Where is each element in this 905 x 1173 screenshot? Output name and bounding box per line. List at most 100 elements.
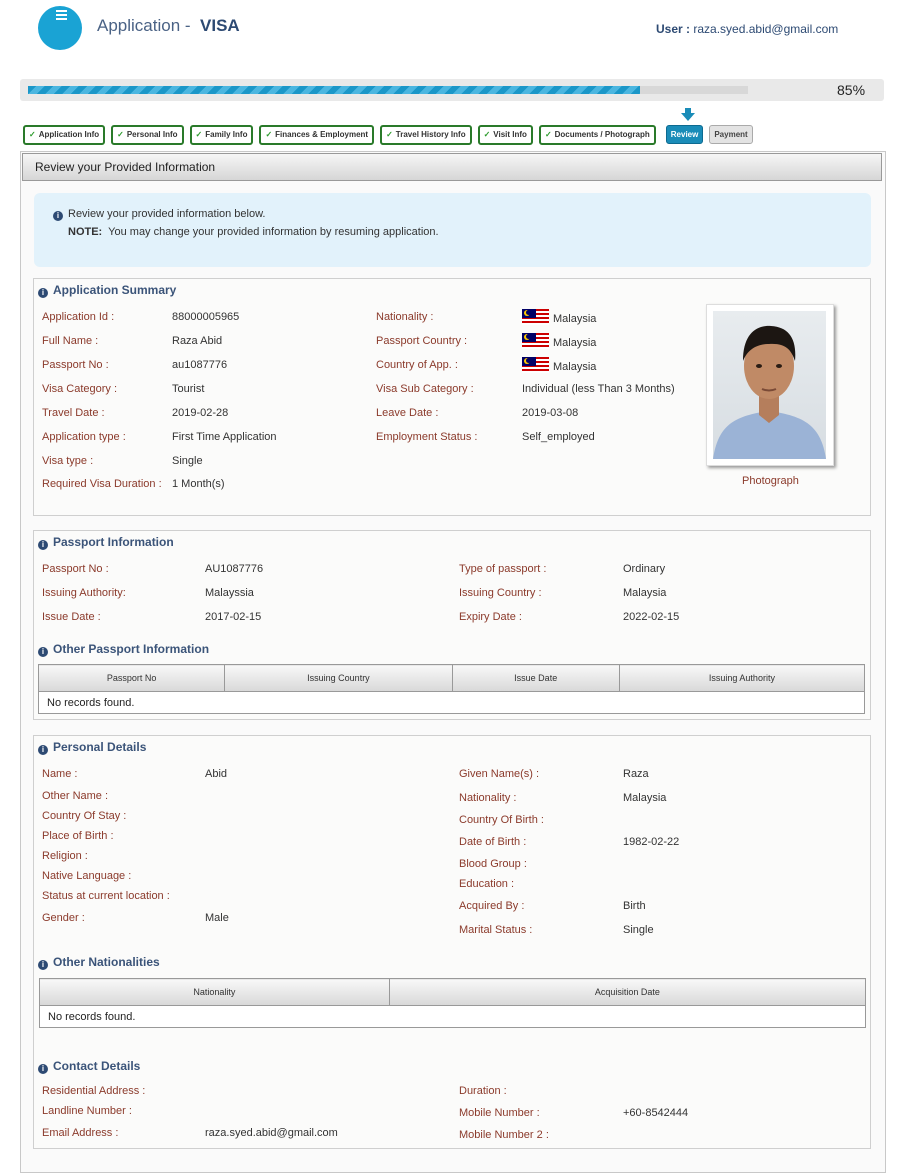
column-header[interactable]: Issuing Country xyxy=(224,664,453,692)
field-value: Raza xyxy=(623,768,649,780)
field-value: Single xyxy=(172,455,203,467)
field-value: 1982-02-22 xyxy=(623,836,680,848)
photo-caption: Photograph xyxy=(742,475,799,487)
info-circle-icon: i xyxy=(38,288,48,298)
check-icon: ✓ xyxy=(483,130,491,139)
field-value: Self_employed xyxy=(522,431,595,443)
menu-icon xyxy=(56,10,67,22)
field-value: +60-8542444 xyxy=(623,1107,689,1119)
field-value: AU1087776 xyxy=(205,563,264,575)
panel-header: Review your Provided Information xyxy=(22,153,882,181)
info-circle-icon: i xyxy=(38,960,48,970)
field-value: Individual (less Than 3 Months) xyxy=(522,383,675,395)
malaysia-flag-icon xyxy=(522,333,549,349)
progress-percent: 85% xyxy=(837,82,866,98)
step-personal-info[interactable]: ✓ Personal Info xyxy=(111,125,184,145)
step-label: Finances & Employment xyxy=(275,130,369,139)
step-label: Travel History Info xyxy=(395,130,466,139)
field-value: Malayssia xyxy=(205,587,254,599)
other-passport-table: Passport No Issuing Country Issue Date Issu… xyxy=(37,664,866,714)
field-value: 88000005965 xyxy=(172,311,240,323)
malaysia-flag-icon xyxy=(522,309,549,325)
field-label: Country Of Stay : xyxy=(42,810,127,822)
step-label: Review xyxy=(670,130,699,139)
field-label: Education : xyxy=(459,878,515,890)
field-value: Malaysia xyxy=(522,333,596,349)
field-label: Status at current location : xyxy=(42,890,170,902)
step-travel-history-info[interactable]: ✓ Travel History Info xyxy=(380,125,472,145)
current-step-arrow-icon xyxy=(681,108,695,121)
step-documents-photograph[interactable]: ✓ Documents / Photograph xyxy=(538,125,656,145)
step-review[interactable]: Review xyxy=(665,125,704,144)
step-label: Family Info xyxy=(205,130,248,139)
field-label: Issuing Country : xyxy=(459,587,542,599)
info-circle-icon: i xyxy=(38,745,48,755)
field-label: Required Visa Duration : xyxy=(42,478,162,490)
field-label: Passport No : xyxy=(42,563,109,575)
field-label: Religion : xyxy=(42,850,88,862)
section-title: i Other Passport Information xyxy=(38,642,209,657)
field-label: Leave Date : xyxy=(376,407,439,419)
step-label: Application Info xyxy=(38,130,100,139)
field-label: Name : xyxy=(42,768,78,780)
section-title: i Passport Information xyxy=(38,535,174,550)
wizard-steps: ✓ Application Info ✓ Personal Info ✓ Family I… xyxy=(23,125,753,145)
field-label: Country of App. : xyxy=(376,359,458,371)
step-family-info[interactable]: ✓ Family Info xyxy=(189,125,254,145)
section-title: i Application Summary xyxy=(38,283,176,298)
column-header[interactable]: Acquisition Date xyxy=(388,978,867,1006)
field-value: 2022-02-15 xyxy=(623,611,680,623)
field-label: Full Name : xyxy=(42,335,99,347)
field-label: Type of passport : xyxy=(459,563,547,575)
column-header[interactable]: Issue Date xyxy=(451,664,620,692)
field-label: Issuing Authority: xyxy=(42,587,126,599)
field-label: Given Name(s) : xyxy=(459,768,540,780)
info-circle-icon: i xyxy=(38,1064,48,1074)
check-icon: ✓ xyxy=(29,130,36,139)
field-label: Application type : xyxy=(42,431,126,443)
step-visit-info[interactable]: ✓ Visit Info xyxy=(477,125,533,145)
field-value: First Time Application xyxy=(172,431,277,443)
check-icon: ✓ xyxy=(195,130,203,139)
info-circle-icon: i xyxy=(38,647,48,657)
field-label: Mobile Number : xyxy=(459,1107,540,1119)
column-header[interactable]: Nationality xyxy=(39,978,390,1006)
field-value: Single xyxy=(623,924,654,936)
field-label: Marital Status : xyxy=(459,924,533,936)
field-label: Landline Number : xyxy=(42,1105,132,1117)
field-value: raza.syed.abid@gmail.com xyxy=(205,1127,338,1139)
column-header[interactable]: Passport No xyxy=(37,664,226,692)
field-label: Mobile Number 2 : xyxy=(459,1129,549,1141)
field-value: 2019-02-28 xyxy=(172,407,229,419)
field-value: 2019-03-08 xyxy=(522,407,579,419)
personal-details-section xyxy=(33,735,871,1149)
field-value: Raza Abid xyxy=(172,335,223,347)
field-label: Visa Category : xyxy=(42,383,118,395)
info-circle-icon: i xyxy=(38,540,48,550)
field-label: Duration : xyxy=(459,1085,507,1097)
field-value: Malaysia xyxy=(522,357,596,373)
field-label: Gender : xyxy=(42,912,85,924)
check-icon: ✓ xyxy=(265,130,273,139)
empty-row: No records found. xyxy=(38,691,865,714)
notice-box: i Review your provided information below.… xyxy=(34,193,871,267)
field-value: Abid xyxy=(205,768,228,780)
field-label: Passport No : xyxy=(42,359,109,371)
user-info: User : raza.syed.abid@gmail.com xyxy=(656,22,839,36)
step-label: Visit Info xyxy=(493,130,527,139)
column-header[interactable]: Issuing Authority xyxy=(618,664,866,692)
applicant-photo[interactable] xyxy=(706,304,834,466)
field-label: Travel Date : xyxy=(42,407,105,419)
field-label: Issue Date : xyxy=(42,611,101,623)
step-payment[interactable]: Payment xyxy=(709,125,753,144)
check-icon: ✓ xyxy=(544,130,552,139)
step-finances-employment[interactable]: ✓ Finances & Employment xyxy=(259,125,375,145)
step-label: Payment xyxy=(714,130,748,139)
field-value: Birth xyxy=(623,900,646,912)
progress-bar: 85% xyxy=(20,79,884,101)
step-application-info[interactable]: ✓ Application Info xyxy=(23,125,106,145)
section-title: i Other Nationalities xyxy=(38,955,160,970)
field-label: Visa type : xyxy=(42,455,94,467)
field-label: Passport Country : xyxy=(376,335,468,347)
field-value: au1087776 xyxy=(172,359,228,371)
